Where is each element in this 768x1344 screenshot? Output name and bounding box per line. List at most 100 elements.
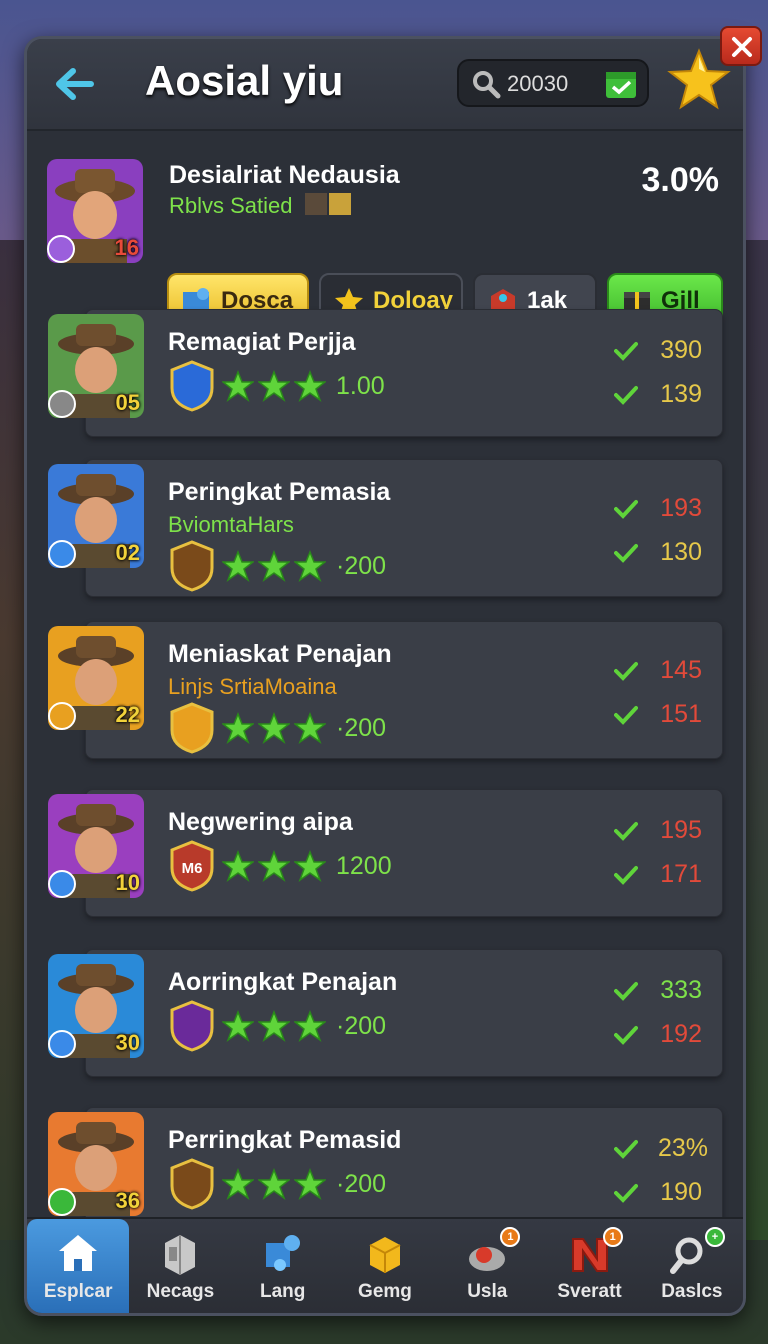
nav-tab-sveratt[interactable]: 1 Sveratt <box>538 1219 640 1313</box>
calendar-check-icon[interactable] <box>605 69 637 99</box>
panel-header: Aosial yiu 20030 <box>27 39 743 131</box>
nav-label: Usla <box>467 1281 508 1302</box>
page-title: Aosial yiu <box>145 57 344 104</box>
stat-value: 192 <box>660 1020 702 1048</box>
leaderboard-row[interactable]: 22 Meniaskat Penajan Linjs SrtiaMoaina ·200… <box>48 621 723 759</box>
check-icon <box>614 1183 638 1203</box>
row-stat: 190 <box>614 1178 702 1207</box>
emblem-icon: M6 <box>170 840 214 892</box>
leaderboard-row[interactable]: 05 Remagiat Perjja 1.00 390 139 <box>48 309 723 437</box>
stat-value: 390 <box>660 336 702 364</box>
close-button[interactable] <box>720 26 762 66</box>
check-icon <box>614 821 638 841</box>
row-stat: 145 <box>614 656 702 685</box>
check-icon <box>614 865 638 885</box>
leaderboard-row[interactable]: 10 Negwering aipa M6 1200 195 171 <box>48 789 723 917</box>
nav-tab-gemg[interactable]: Gemg <box>334 1219 436 1313</box>
bottom-navigation: Esplcar Necags Lang Gemg 1 Usla 1 Sveratt + Daslc… <box>27 1217 743 1313</box>
stat-value: 195 <box>660 816 702 844</box>
featured-name: Desialriat Nedausia <box>169 161 400 189</box>
leaderboard-row[interactable]: 36 Perringkat Pemasid ·200 23% 190 <box>48 1107 723 1235</box>
home-icon <box>59 1235 98 1271</box>
gold-cube-icon <box>369 1237 401 1273</box>
green-star-icon <box>258 1168 290 1200</box>
stat-value: 23% <box>658 1134 709 1162</box>
row-stat: 390 <box>614 336 702 365</box>
avatar-level: 36 <box>115 1188 140 1213</box>
green-star-icon <box>294 850 326 882</box>
star-rating <box>222 1168 326 1202</box>
check-icon <box>614 981 638 1001</box>
check-icon <box>614 499 638 519</box>
star-rating <box>222 1010 326 1044</box>
nav-tab-esplcar[interactable]: Esplcar <box>27 1219 130 1313</box>
stat-value: 139 <box>660 380 702 408</box>
notification-badge: 1 <box>500 1227 521 1247</box>
row-avatar: 10 <box>48 794 144 898</box>
green-star-icon <box>222 1168 254 1200</box>
avatar-level: 02 <box>115 540 140 565</box>
search-box[interactable]: 20030 <box>457 59 649 107</box>
check-icon <box>614 385 638 405</box>
back-button[interactable] <box>49 59 99 109</box>
stat-value: 333 <box>660 976 702 1004</box>
star-rating <box>222 712 326 746</box>
row-name: Meniaskat Penajan <box>168 640 392 668</box>
rank-badge-icon <box>48 870 76 898</box>
nav-tab-usla[interactable]: 1 Usla <box>436 1219 538 1313</box>
rank-badge-icon <box>48 702 76 730</box>
avatar-level: 16 <box>114 235 139 260</box>
row-stat: 192 <box>614 1020 702 1049</box>
stat-value: 130 <box>660 538 702 566</box>
check-icon <box>614 543 638 563</box>
green-star-icon <box>222 370 254 402</box>
row-name: Negwering aipa <box>168 808 353 836</box>
svg-text:M6: M6 <box>182 860 203 877</box>
featured-percent: 3.0% <box>641 161 720 199</box>
search-icon <box>473 71 501 99</box>
green-star-icon <box>258 850 290 882</box>
nav-tab-lang[interactable]: Lang <box>232 1219 334 1313</box>
row-score: 1200 <box>336 852 392 880</box>
leaderboard-row[interactable]: 30 Aorringkat Penajan ·200 333 192 <box>48 949 723 1077</box>
featured-avatar: 16 <box>47 159 143 263</box>
row-stat: 171 <box>614 860 702 889</box>
row-subtitle: BviomtaHars <box>168 512 294 537</box>
green-star-icon <box>222 1010 254 1042</box>
stat-value: 193 <box>660 494 702 522</box>
emblem-icon <box>170 360 214 412</box>
emblem-icon <box>170 1000 214 1052</box>
row-stat: 333 <box>614 976 702 1005</box>
row-avatar: 05 <box>48 314 144 418</box>
green-star-icon <box>222 712 254 744</box>
row-avatar: 22 <box>48 626 144 730</box>
nav-tab-necags[interactable]: Necags <box>129 1219 231 1313</box>
star-rating <box>222 850 326 884</box>
row-score: ·200 <box>336 1170 387 1198</box>
row-name: Peringkat Pemasia <box>168 478 391 506</box>
row-name: Aorringkat Penajan <box>168 968 398 996</box>
row-stat: 193 <box>614 494 702 523</box>
nav-label: Gemg <box>358 1281 412 1302</box>
pieces-icon <box>265 1235 300 1271</box>
avatar-level: 05 <box>115 390 140 415</box>
leaderboard-row[interactable]: 02 Peringkat Pemasia BviomtaHars ·200 193 130 <box>48 459 723 597</box>
featured-entry[interactable]: 16 Desialriat Nedausia Rblvs Satied 3.0%… <box>27 133 743 329</box>
green-star-icon <box>222 850 254 882</box>
green-star-icon <box>294 1010 326 1042</box>
green-star-icon <box>294 712 326 744</box>
green-star-icon <box>294 550 326 582</box>
rank-badge-icon <box>47 235 75 263</box>
stat-value: 171 <box>660 860 702 888</box>
nav-tab-daslcs[interactable]: + Daslcs <box>641 1219 743 1313</box>
row-subtitle: Linjs SrtiaMoaina <box>168 674 337 699</box>
notification-badge: 1 <box>602 1227 623 1247</box>
nav-label: Lang <box>260 1281 306 1302</box>
featured-subtitle: Rblvs Satied <box>169 193 293 218</box>
check-icon <box>614 661 638 681</box>
row-score: 1.00 <box>336 372 385 400</box>
row-score: ·200 <box>336 1012 387 1040</box>
star-rating <box>222 370 326 404</box>
mini-character-icon <box>305 193 351 215</box>
stat-value: 145 <box>660 656 702 684</box>
